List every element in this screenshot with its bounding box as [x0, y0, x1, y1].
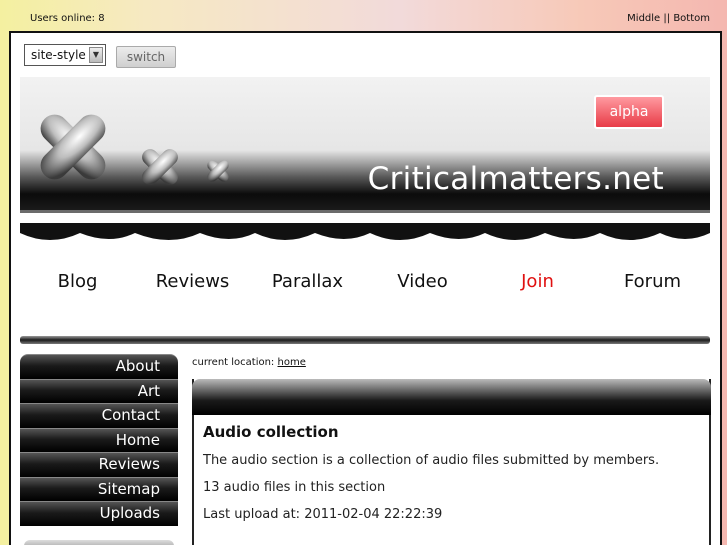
last-upload-timestamp: Last upload at: 2011-02-04 22:22:39 — [203, 507, 443, 522]
switch-button[interactable]: switch — [116, 46, 176, 68]
sidebar-menu: About Art Contact Home Reviews Sitemap U… — [20, 354, 178, 545]
nav-item-forum[interactable]: Forum — [597, 271, 709, 301]
content-body: Audio collection The audio section is a … — [203, 421, 695, 522]
page-frame: site-style ▼ switch alpha Criticalmatter… — [9, 31, 722, 545]
sidebar-footer-decoration — [24, 539, 174, 545]
style-select[interactable]: site-style ▼ — [24, 44, 106, 66]
logo-icon — [40, 114, 229, 185]
main-navigation: Blog Reviews Parallax Video Join Forum — [20, 223, 710, 344]
breadcrumb: current location: home — [192, 357, 306, 368]
sidebar-item-reviews[interactable]: Reviews — [20, 452, 178, 477]
alpha-badge[interactable]: alpha — [594, 95, 664, 129]
nav-item-video[interactable]: Video — [367, 271, 479, 301]
nav-divider-bar — [20, 336, 710, 344]
audio-file-count: 13 audio files in this section — [203, 480, 386, 495]
sidebar-item-about[interactable]: About — [20, 354, 178, 379]
section-description: The audio section is a collection of aud… — [203, 453, 660, 468]
users-online-count: Users online: 8 — [30, 13, 105, 24]
site-title: Criticalmatters.net — [367, 161, 664, 197]
breadcrumb-prefix: current location: — [192, 357, 275, 368]
sidebar-item-uploads[interactable]: Uploads — [20, 501, 178, 526]
sidebar-item-contact[interactable]: Contact — [20, 403, 178, 428]
content-panel-header — [192, 379, 711, 415]
page-title: Audio collection — [203, 423, 339, 441]
chevron-down-icon[interactable]: ▼ — [89, 47, 103, 63]
link-separator: || — [660, 13, 674, 24]
nav-item-blog[interactable]: Blog — [22, 271, 134, 301]
nav-item-parallax[interactable]: Parallax — [252, 271, 364, 301]
style-select-value: site-style — [31, 48, 86, 62]
nav-menu: Blog Reviews Parallax Video Join Forum — [20, 271, 710, 301]
site-banner: alpha Criticalmatters.net — [20, 77, 710, 213]
nav-wave-decoration — [20, 223, 710, 240]
sidebar-item-home[interactable]: Home — [20, 427, 178, 452]
layout-links: Middle || Bottom — [627, 13, 710, 24]
bottom-link[interactable]: Bottom — [673, 13, 710, 24]
middle-link[interactable]: Middle — [627, 13, 660, 24]
nav-item-reviews[interactable]: Reviews — [137, 271, 249, 301]
content-panel: Audio collection The audio section is a … — [192, 379, 711, 545]
sidebar-item-sitemap[interactable]: Sitemap — [20, 476, 178, 501]
nav-item-join[interactable]: Join — [482, 271, 594, 301]
sidebar-item-art[interactable]: Art — [20, 378, 178, 403]
top-status-bar: Users online: 8 Middle || Bottom — [0, 0, 727, 32]
breadcrumb-home-link[interactable]: home — [278, 357, 306, 368]
